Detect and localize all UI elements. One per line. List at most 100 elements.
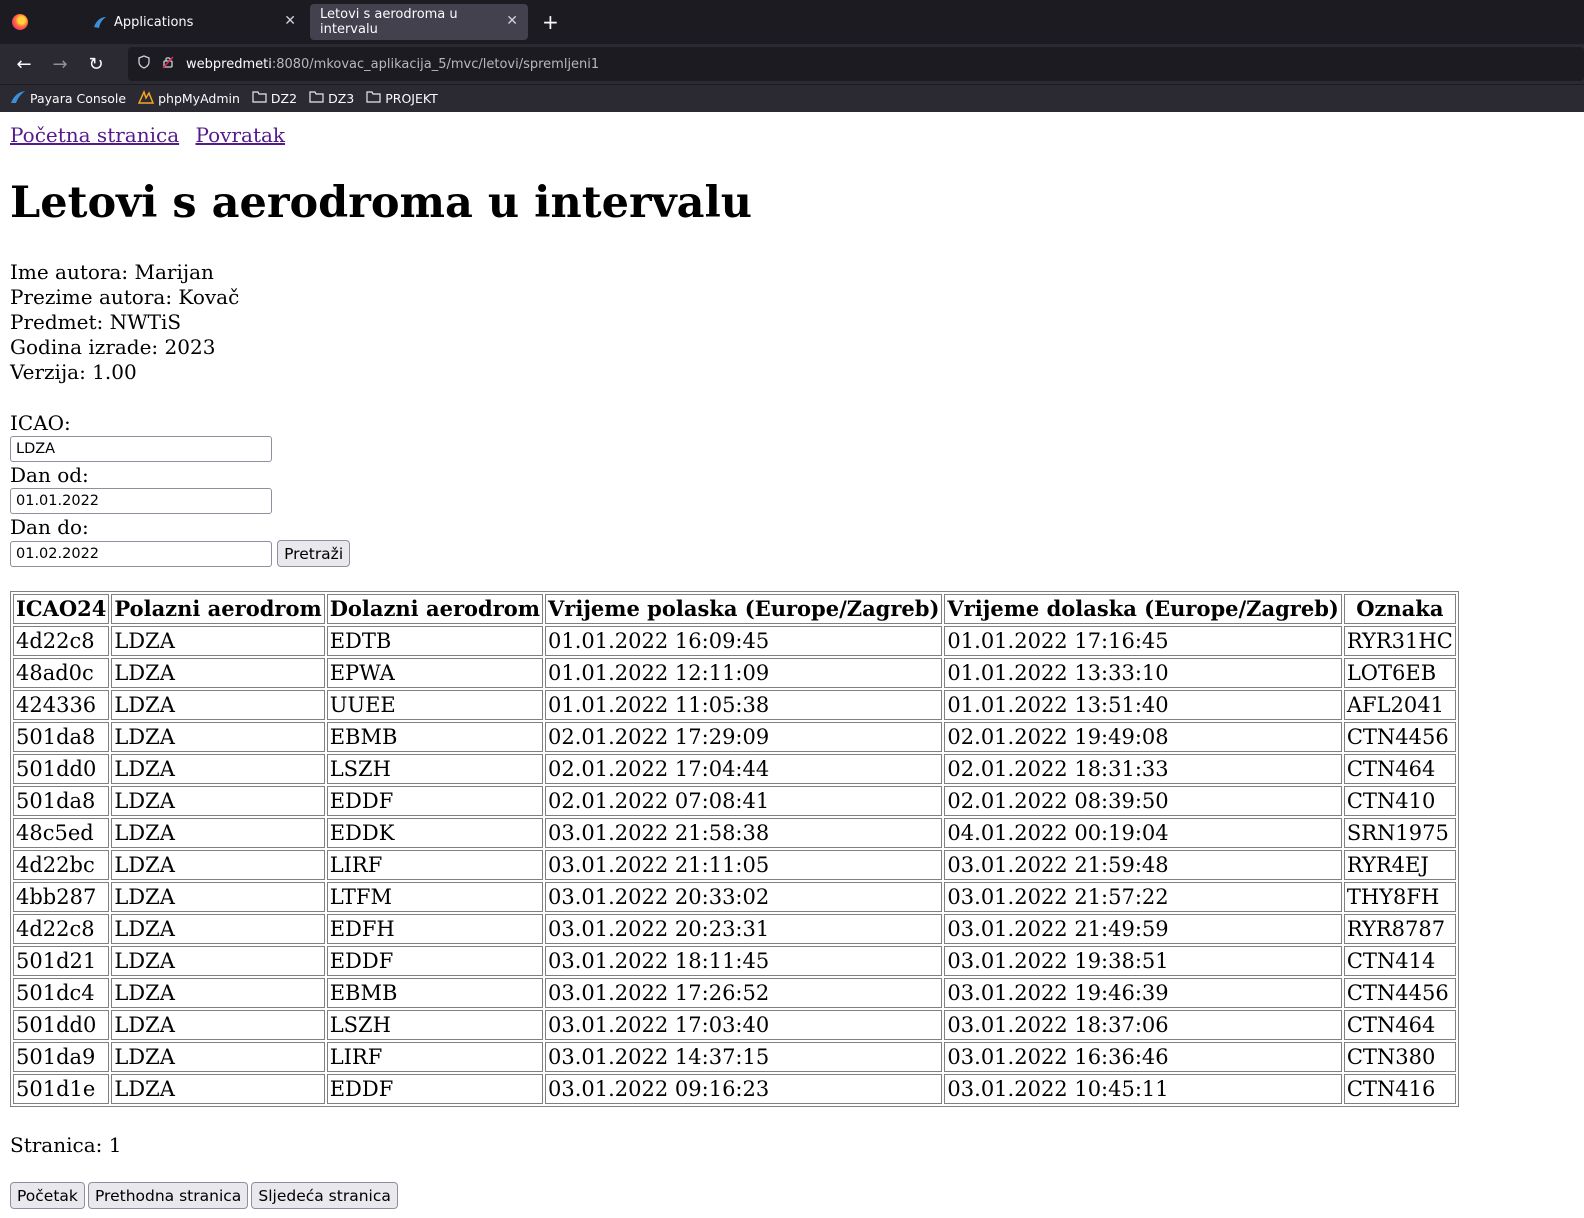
table-cell: CTN416 — [1343, 1074, 1456, 1104]
table-cell: LDZA — [111, 690, 325, 720]
search-button[interactable]: Pretraži — [277, 540, 351, 567]
table-row: 501da8 LDZA EBMB 02.01.2022 17:29:09 02.01.2… — [13, 722, 1456, 752]
new-tab-icon[interactable]: + — [542, 10, 559, 34]
table-cell: LDZA — [111, 818, 325, 848]
bookmark-label: phpMyAdmin — [158, 91, 240, 106]
table-cell: 03.01.2022 14:37:15 — [545, 1042, 943, 1072]
table-cell: LDZA — [111, 786, 325, 816]
date-from-input[interactable] — [10, 488, 272, 514]
table-cell: 03.01.2022 21:11:05 — [545, 850, 943, 880]
table-cell: LDZA — [111, 1010, 325, 1040]
shield-icon[interactable] — [136, 55, 152, 73]
table-row: 501d1e LDZA EDDF 03.01.2022 09:16:23 03.01.2… — [13, 1074, 1456, 1104]
author-info: Ime autora: Marijan Prezime autora: Kova… — [10, 260, 1574, 385]
tab-letovi[interactable]: Letovi s aerodroma u intervalu ✕ — [310, 4, 528, 40]
table-cell: EDDF — [326, 1074, 543, 1104]
table-cell: 02.01.2022 08:39:50 — [944, 786, 1342, 816]
close-tab-icon[interactable]: ✕ — [284, 13, 296, 29]
table-cell: 03.01.2022 19:46:39 — [944, 978, 1342, 1008]
search-form: ICAO: Dan od: Dan do: Pretraži — [10, 411, 1574, 567]
pagination: Početak Prethodna stranica Sljedeća stra… — [10, 1182, 1574, 1209]
page-content: Početna stranica Povratak Letovi s aerod… — [0, 123, 1584, 1209]
table-cell: 01.01.2022 13:51:40 — [944, 690, 1342, 720]
table-cell: LDZA — [111, 914, 325, 944]
bookmark-phpmyadmin[interactable]: phpMyAdmin — [137, 89, 240, 108]
table-cell: 03.01.2022 17:26:52 — [545, 978, 943, 1008]
table-cell: 424336 — [13, 690, 110, 720]
close-tab-icon[interactable]: ✕ — [506, 13, 518, 29]
table-cell: 48c5ed — [13, 818, 110, 848]
table-cell: 01.01.2022 17:16:45 — [944, 626, 1342, 656]
column-header: Dolazni aerodrom — [326, 594, 543, 624]
back-link[interactable]: Povratak — [195, 123, 285, 147]
table-cell: 02.01.2022 07:08:41 — [545, 786, 943, 816]
address-bar[interactable]: webpredmeti:8080/mkovac_aplikacija_5/mvc… — [128, 47, 1584, 81]
date-to-input[interactable] — [10, 540, 272, 567]
table-row: 4d22c8 LDZA EDTB 01.01.2022 16:09:45 01.01.2… — [13, 626, 1456, 656]
table-cell: SRN1975 — [1343, 818, 1456, 848]
next-page-button[interactable]: Sljedeća stranica — [251, 1182, 398, 1209]
table-cell: LDZA — [111, 754, 325, 784]
tab-title: Applications — [114, 14, 194, 30]
table-cell: 03.01.2022 17:03:40 — [545, 1010, 943, 1040]
author-name: Ime autora: Marijan — [10, 260, 214, 284]
table-cell: LSZH — [326, 754, 543, 784]
table-cell: LDZA — [111, 1074, 325, 1104]
table-cell: LDZA — [111, 978, 325, 1008]
phpmyadmin-icon — [137, 89, 155, 108]
table-cell: 01.01.2022 16:09:45 — [545, 626, 943, 656]
back-arrow-icon[interactable]: ← — [12, 54, 36, 75]
bookmark-folder-dz3[interactable]: DZ3 — [309, 90, 354, 107]
table-cell: 03.01.2022 19:38:51 — [944, 946, 1342, 976]
tab-applications[interactable]: Applications ✕ — [82, 4, 306, 40]
reload-icon[interactable]: ↻ — [84, 54, 108, 75]
table-cell: THY8FH — [1343, 882, 1456, 912]
column-header: ICAO24 — [13, 594, 110, 624]
bookmark-folder-dz2[interactable]: DZ2 — [252, 90, 297, 107]
table-cell: EPWA — [326, 658, 543, 688]
table-cell: 501da8 — [13, 722, 110, 752]
table-cell: LIRF — [326, 1042, 543, 1072]
table-cell: 04.01.2022 00:19:04 — [944, 818, 1342, 848]
table-cell: 03.01.2022 18:11:45 — [545, 946, 943, 976]
table-cell: CTN464 — [1343, 1010, 1456, 1040]
table-row: 501dd0 LDZA LSZH 03.01.2022 17:03:40 03.01.2… — [13, 1010, 1456, 1040]
previous-page-button[interactable]: Prethodna stranica — [87, 1182, 249, 1209]
bookmarks-toolbar: Payara Console phpMyAdmin DZ2 DZ3 PROJEK… — [0, 84, 1584, 112]
table-cell: CTN4456 — [1343, 722, 1456, 752]
table-cell: 02.01.2022 18:31:33 — [944, 754, 1342, 784]
bookmark-label: DZ3 — [328, 91, 355, 106]
bookmark-folder-projekt[interactable]: PROJEKT — [366, 90, 438, 107]
home-link[interactable]: Početna stranica — [10, 123, 179, 147]
table-cell: LIRF — [326, 850, 543, 880]
table-cell: AFL2041 — [1343, 690, 1456, 720]
table-cell: 501da8 — [13, 786, 110, 816]
table-row: 501da9 LDZA LIRF 03.01.2022 14:37:15 03.01.2… — [13, 1042, 1456, 1072]
table-cell: 03.01.2022 10:45:11 — [944, 1074, 1342, 1104]
firefox-menu-icon[interactable] — [0, 0, 40, 44]
column-header: Polazni aerodrom — [111, 594, 325, 624]
table-cell: 03.01.2022 09:16:23 — [545, 1074, 943, 1104]
table-cell: 501d1e — [13, 1074, 110, 1104]
table-cell: RYR8787 — [1343, 914, 1456, 944]
column-header: Oznaka — [1343, 594, 1456, 624]
first-page-button[interactable]: Početak — [10, 1182, 85, 1209]
table-cell: 501d21 — [13, 946, 110, 976]
table-cell: CTN464 — [1343, 754, 1456, 784]
table-cell: EBMB — [326, 978, 543, 1008]
icao-input[interactable] — [10, 436, 272, 462]
table-cell: 4bb287 — [13, 882, 110, 912]
page-number: Stranica: 1 — [10, 1133, 122, 1157]
table-cell: 03.01.2022 21:57:22 — [944, 882, 1342, 912]
table-cell: 03.01.2022 18:37:06 — [944, 1010, 1342, 1040]
insecure-lock-icon[interactable] — [160, 55, 176, 73]
table-cell: 4d22c8 — [13, 914, 110, 944]
table-cell: EDDF — [326, 786, 543, 816]
table-cell: 03.01.2022 21:49:59 — [944, 914, 1342, 944]
table-cell: 03.01.2022 21:59:48 — [944, 850, 1342, 880]
column-header: Vrijeme dolaska (Europe/Zagreb) — [944, 594, 1342, 624]
table-row: 4d22bc LDZA LIRF 03.01.2022 21:11:05 03.01.2… — [13, 850, 1456, 880]
forward-arrow-icon[interactable]: → — [48, 54, 72, 75]
bookmark-payara-console[interactable]: Payara Console — [10, 90, 126, 108]
table-cell: 03.01.2022 21:58:38 — [545, 818, 943, 848]
